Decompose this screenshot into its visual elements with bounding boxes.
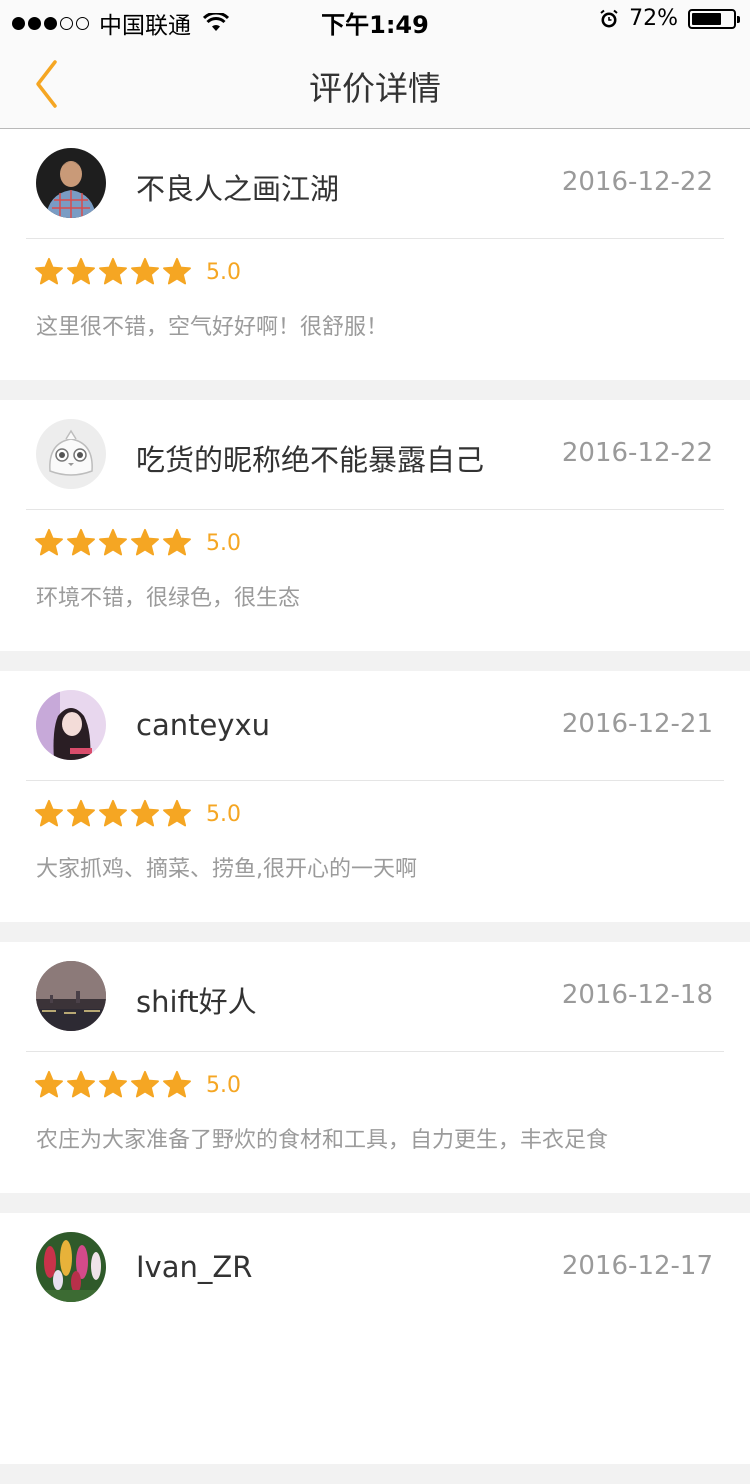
star-icon <box>67 257 95 285</box>
review-comment: 环境不错，很绿色，很生态 <box>36 586 301 611</box>
alarm-icon <box>600 9 618 27</box>
star-icon <box>131 528 159 556</box>
star-icon <box>163 528 191 556</box>
review-card: 不良人之画江湖 2016-12-22 5.0 这里很不错，空气好好啊！很舒服！ <box>0 129 750 380</box>
star-icon <box>99 799 127 827</box>
star-icon <box>35 1070 63 1098</box>
reviewer-name: canteyxu <box>136 708 271 742</box>
review-list: 不良人之画江湖 2016-12-22 5.0 这里很不错，空气好好啊！很舒服！ <box>0 129 750 1484</box>
rating: 5.0 <box>34 528 241 558</box>
star-icon <box>131 799 159 827</box>
review-card: canteyxu 2016-12-21 5.0 大家抓鸡、摘菜、捞鱼,很开心的一… <box>0 671 750 922</box>
review-comment: 大家抓鸡、摘菜、捞鱼,很开心的一天啊 <box>36 857 417 882</box>
review-date: 2016-12-21 <box>561 709 713 739</box>
star-icon <box>67 1070 95 1098</box>
rating-score: 5.0 <box>206 259 241 285</box>
battery-percent: 72% <box>629 6 678 31</box>
avatar[interactable] <box>36 148 106 218</box>
star-icon <box>99 528 127 556</box>
rating: 5.0 <box>34 799 241 829</box>
status-bar: 中国联通 下午1:49 72% <box>0 0 750 40</box>
star-icon <box>99 257 127 285</box>
star-icon <box>35 257 63 285</box>
divider <box>26 509 724 510</box>
star-icon <box>131 1070 159 1098</box>
rating: 5.0 <box>34 257 241 287</box>
rating-score: 5.0 <box>206 1072 241 1098</box>
review-date: 2016-12-17 <box>561 1251 713 1281</box>
page-title: 评价详情 <box>309 69 441 108</box>
divider <box>26 780 724 781</box>
reviewer-name: 吃货的昵称绝不能暴露自己 <box>136 443 485 477</box>
star-icon <box>99 1070 127 1098</box>
review-header[interactable]: canteyxu 2016-12-21 <box>0 671 750 781</box>
review-date: 2016-12-18 <box>561 980 713 1010</box>
review-comment: 这里很不错，空气好好啊！很舒服！ <box>36 315 389 340</box>
rating-score: 5.0 <box>206 801 241 827</box>
review-header[interactable]: Ivan_ZR 2016-12-17 <box>0 1213 750 1323</box>
review-header[interactable]: 吃货的昵称绝不能暴露自己 2016-12-22 <box>0 400 750 510</box>
divider <box>26 238 724 239</box>
star-icon <box>67 799 95 827</box>
star-icon <box>163 799 191 827</box>
star-icon <box>131 257 159 285</box>
avatar[interactable] <box>36 1232 106 1302</box>
review-date: 2016-12-22 <box>561 167 713 197</box>
star-icon <box>163 257 191 285</box>
star-icon <box>35 799 63 827</box>
review-date: 2016-12-22 <box>561 438 713 468</box>
divider <box>26 1051 724 1052</box>
avatar[interactable] <box>36 690 106 760</box>
star-icon <box>67 528 95 556</box>
reviewer-name: shift好人 <box>136 985 257 1019</box>
signal-strength-icon <box>12 16 89 30</box>
review-card: Ivan_ZR 2016-12-17 <box>0 1213 750 1464</box>
battery-level <box>692 12 721 25</box>
rating-score: 5.0 <box>206 530 241 556</box>
reviewer-name: Ivan_ZR <box>136 1250 253 1284</box>
status-right: 72% <box>599 6 740 31</box>
review-comment: 农庄为大家准备了野炊的食材和工具，自力更生，丰衣足食 <box>36 1128 609 1153</box>
rating: 5.0 <box>34 1070 241 1100</box>
review-header[interactable]: shift好人 2016-12-18 <box>0 942 750 1052</box>
reviewer-name: 不良人之画江湖 <box>136 172 340 206</box>
carrier-name: 中国联通 <box>99 13 191 39</box>
status-left: 中国联通 <box>12 6 229 40</box>
battery-icon <box>688 8 740 29</box>
star-icon <box>35 528 63 556</box>
review-card: shift好人 2016-12-18 5.0 农庄为大家准备了野炊的食材和工具，… <box>0 942 750 1193</box>
navigation-bar: 评价详情 <box>0 40 750 129</box>
review-header[interactable]: 不良人之画江湖 2016-12-22 <box>0 129 750 239</box>
star-icon <box>163 1070 191 1098</box>
avatar[interactable] <box>36 419 106 489</box>
wifi-icon <box>203 13 229 31</box>
avatar[interactable] <box>36 961 106 1031</box>
review-card: 吃货的昵称绝不能暴露自己 2016-12-22 5.0 环境不错，很绿色，很生态 <box>0 400 750 651</box>
